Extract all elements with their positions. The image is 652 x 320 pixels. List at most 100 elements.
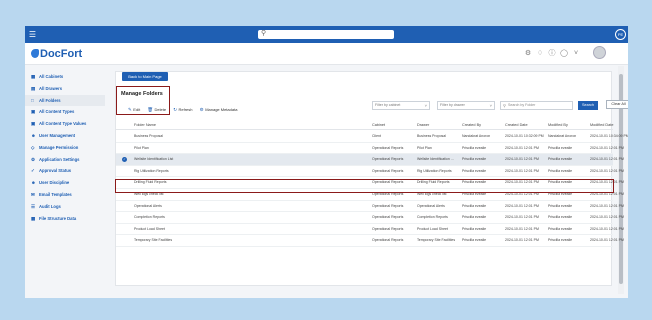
mail-icon: ✉ [31, 191, 35, 197]
table-cell: Nandakrat Anoron [548, 134, 577, 138]
lock-icon: ◇ [31, 144, 35, 150]
header-icons: ⚙ ♢ ⓘ ◯ ˅ [522, 48, 582, 60]
menu-icon[interactable]: ☰ [28, 29, 37, 40]
table-cell: Pilot Plan [417, 145, 432, 150]
column-header[interactable]: Folder Name [134, 120, 364, 130]
top-search-input[interactable]: ⚲ [258, 30, 394, 39]
table-cell: 2024-10-01 12:01 PM [590, 238, 624, 243]
sidebar: ▦ All Cabinets ▤ All Drawers □ All Folders ▣ Al… [25, 71, 105, 224]
sidebar-item-all-folders[interactable]: □ All Folders [25, 94, 105, 107]
audit-icon: ☰ [31, 203, 36, 209]
sidebar-item-label: All Content Types [39, 109, 75, 115]
app-name: DocFort [40, 48, 83, 60]
table-cell: 2024-10-01 12:01 PM [505, 157, 539, 162]
settings-icon[interactable]: ⚙ [522, 49, 534, 57]
globe-icon[interactable]: ◯ [558, 49, 570, 57]
table-cell: Priscilla ezealie [462, 145, 487, 150]
sidebar-item-email-templates[interactable]: ✉ Email Templates [25, 189, 105, 201]
back-to-main-button[interactable]: Back to Main Page [122, 72, 168, 81]
table-row[interactable]: Product Load Sheet Operational Reports Pro… [116, 224, 624, 236]
clear-all-button[interactable]: Clear All [606, 100, 628, 109]
table-cell: Operational Reports [372, 157, 404, 162]
content-type-icon: ▣ [31, 109, 36, 115]
table-cell: Rig Utilization Reports [134, 168, 169, 173]
metadata-icon: ⚙ [199, 107, 204, 112]
table-cell: Wellsite Identification List [134, 157, 174, 162]
table-cell: 2024-10-01 12:01 PM [590, 203, 624, 208]
column-header[interactable]: Created Date [505, 120, 547, 130]
table-cell: Operational Reports [372, 145, 404, 150]
sidebar-item-all-content-types[interactable]: ▣ All Content Types [25, 106, 105, 118]
table-cell: 2024-10-01 10:34:09 PM [590, 134, 628, 138]
table-row[interactable]: Pilot Plan Operational Reports Pilot Plan P… [116, 143, 624, 155]
chevron-down-icon: ˅ [424, 103, 427, 108]
drawer-icon: ▤ [31, 85, 36, 91]
column-header[interactable]: Modified By [548, 120, 590, 130]
table-cell: Priscilla ezealie [548, 157, 573, 162]
folder-search-input[interactable]: ⚲ Search by Folder [500, 101, 573, 110]
logo[interactable]: DocFort [31, 47, 82, 61]
cabinet-filter[interactable]: Filter by cabinet ˅ [372, 101, 430, 110]
table-cell: 2024-10-01 12:01 PM [590, 168, 624, 173]
table-row[interactable]: ✓ Wellsite Identification List Operational… [116, 154, 624, 166]
table-cell: Operational Alerts [134, 203, 162, 208]
refresh-button[interactable]: ↻ Refresh [173, 107, 192, 112]
refresh-icon: ↻ [173, 107, 177, 112]
table-cell: Temporary Site Facilities [417, 238, 456, 243]
table-cell: Priscilla ezealie [462, 238, 487, 243]
sidebar-item-all-cabinets[interactable]: ▦ All Cabinets [25, 71, 105, 83]
user-discipline-icon: ☻ [31, 180, 36, 186]
page-title: Manage Folders [121, 91, 163, 97]
top-user-avatar[interactable]: PE [615, 29, 626, 40]
search-button[interactable]: Search [578, 101, 598, 110]
folder-icon: □ [31, 97, 34, 103]
help-icon[interactable]: ⓘ [546, 48, 558, 58]
sidebar-item-audit-logs[interactable]: ☰ Audit Logs [25, 201, 105, 213]
sidebar-item-all-content-type-values[interactable]: ▣ All Content Type Values [25, 118, 105, 130]
table-cell: 2024-10-01 12:01 PM [590, 157, 624, 162]
drawer-filter[interactable]: Filter by drawer ˅ [437, 101, 495, 110]
file-structure-icon: ▦ [31, 215, 36, 221]
table-row[interactable]: Completion Reports Operational Reports Com… [116, 212, 624, 224]
table-cell: Priscilla ezealie [548, 203, 573, 208]
table-cell: 2024-10-01 10:32:09 PM [505, 134, 544, 138]
sidebar-item-manage-permission[interactable]: ◇ Manage Permission [25, 142, 105, 154]
column-header[interactable]: Cabinet [372, 120, 416, 130]
sidebar-item-all-drawers[interactable]: ▤ All Drawers [25, 83, 105, 95]
table-cell: 2024-10-01 12:01 PM [505, 215, 539, 220]
table-row[interactable]: Operational Alerts Operational Reports Ope… [116, 201, 624, 213]
delete-button[interactable]: 🗑 Delete [147, 107, 166, 112]
table-cell: Priscilla ezealie [548, 145, 573, 150]
sidebar-item-label: Application Settings [39, 156, 80, 162]
table-cell: Business Proposal [134, 134, 163, 138]
table-cell: Operational Reports [372, 215, 404, 220]
bell-icon[interactable]: ♢ [534, 49, 546, 57]
column-header[interactable]: Modified Date [590, 120, 628, 130]
column-header[interactable]: Created By [462, 120, 504, 130]
trash-icon: 🗑 [147, 107, 154, 112]
column-header[interactable]: Drawer [417, 120, 461, 130]
table-cell: Priscilla ezealie [462, 215, 487, 220]
row-selected-check-icon[interactable]: ✓ [122, 157, 127, 163]
sidebar-item-application-settings[interactable]: ⚙ Application Settings [25, 154, 105, 166]
table-row[interactable]: Temporary Site Facilities Operational Rep… [116, 235, 624, 247]
row-highlight-box [115, 179, 614, 193]
sidebar-item-label: All Content Type Values [39, 121, 87, 127]
table-cell: Priscilla ezealie [548, 168, 573, 173]
sidebar-item-approval-status[interactable]: ✓ Approval Status [25, 165, 105, 177]
chevron-down-icon[interactable]: ˅ [570, 50, 582, 57]
avatar[interactable] [593, 46, 606, 59]
app-window: ☰ ⚲ PE DocFort ⚙ ♢ ⓘ ◯ ˅ ▦ All Cabinets ▤ All D… [25, 26, 628, 298]
table-cell: Nandakrat Anoron [462, 134, 491, 138]
edit-button[interactable]: ✎ Edit [128, 107, 140, 112]
manage-metadata-button[interactable]: ⚙ Manage Metadata [200, 107, 238, 112]
sidebar-item-label: Audit Logs [39, 203, 61, 209]
table-row[interactable]: Rig Utilization Reports Operational Repor… [116, 166, 624, 178]
check-icon: ✓ [31, 168, 35, 174]
table-row[interactable]: Business Proposal Client Business Proposal… [116, 131, 628, 143]
sidebar-item-user-management[interactable]: ☻ User Management [25, 130, 105, 142]
sidebar-item-file-structure-data[interactable]: ▦ File Structure Data [25, 213, 105, 225]
table-cell: Client [372, 134, 381, 138]
sidebar-item-user-discipline[interactable]: ☻ User Discipline [25, 177, 105, 189]
sidebar-item-label: All Drawers [39, 85, 63, 91]
